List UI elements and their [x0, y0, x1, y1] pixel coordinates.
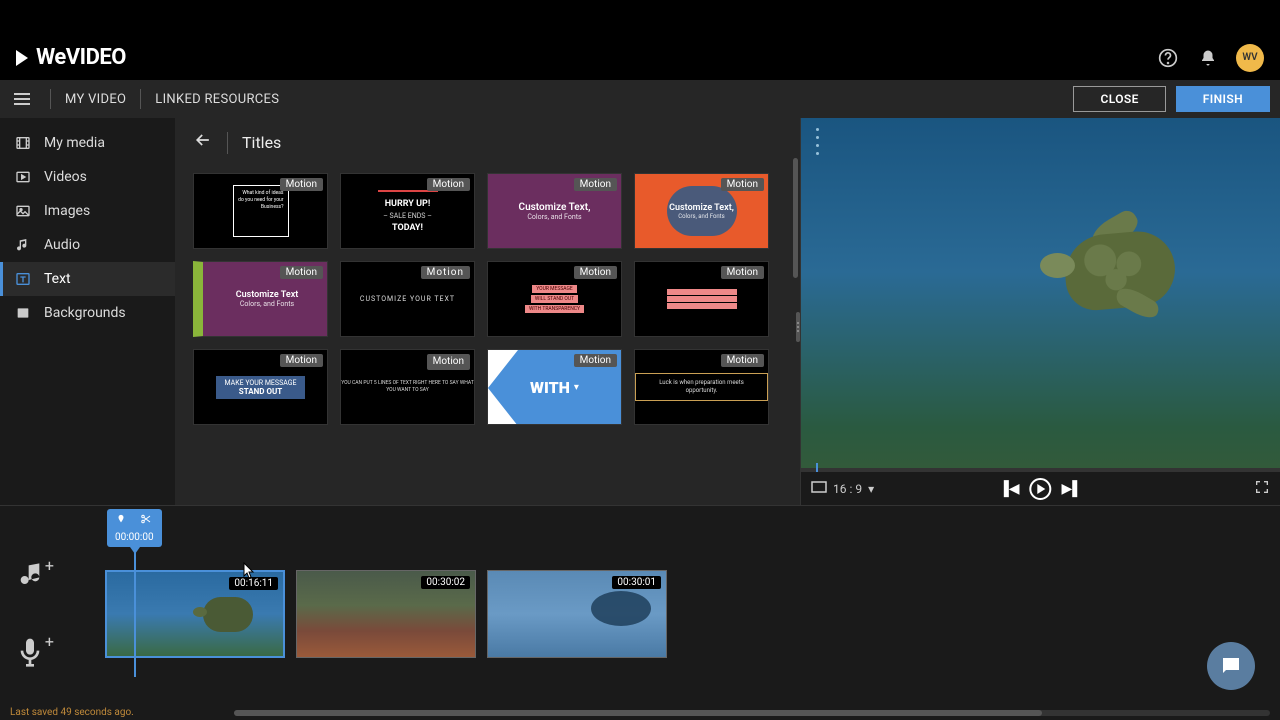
sidebar-item-videos[interactable]: Videos: [0, 160, 175, 194]
close-button[interactable]: CLOSE: [1073, 86, 1165, 112]
title-card[interactable]: MotionHURRY UP!– SALE ENDS –TODAY!: [340, 173, 475, 249]
motion-badge: Motion: [574, 354, 617, 367]
film-icon: [14, 134, 32, 152]
sidebar-item-label: Backgrounds: [44, 305, 126, 321]
clip-duration: 00:30:02: [421, 576, 470, 589]
motion-badge: Motion: [574, 266, 617, 279]
title-card[interactable]: MotionYOU CAN PUT 5 LINES OF TEXT RIGHT …: [340, 349, 475, 425]
title-card[interactable]: MotionMAKE YOUR MESSAGESTAND OUT: [193, 349, 328, 425]
chat-button[interactable]: [1207, 642, 1255, 690]
sidebar: My media Videos Images Audio Text Backgr…: [0, 118, 175, 505]
sidebar-item-label: Videos: [44, 169, 87, 185]
title-card[interactable]: MotionWITH▾: [487, 349, 622, 425]
linked-resources-link[interactable]: LINKED RESOURCES: [141, 92, 293, 107]
motion-badge: Motion: [427, 354, 470, 370]
bell-icon[interactable]: [1196, 46, 1220, 70]
sidebar-item-label: Audio: [44, 237, 80, 253]
add-voiceover-button[interactable]: +: [14, 636, 46, 672]
note-icon: [14, 236, 32, 254]
back-icon[interactable]: [193, 130, 213, 155]
next-frame-icon[interactable]: ▶▌: [1062, 480, 1083, 497]
sidebar-item-label: Images: [44, 203, 90, 219]
project-bar: MY VIDEO LINKED RESOURCES CLOSE FINISH: [0, 80, 1280, 118]
motion-badge: Motion: [427, 178, 470, 191]
avatar[interactable]: WV: [1236, 44, 1264, 72]
marker-pin-icon[interactable]: [116, 513, 126, 528]
sidebar-item-label: My media: [44, 135, 105, 151]
timeline-scrollbar[interactable]: [234, 710, 1270, 716]
add-audio-track-button[interactable]: +: [14, 560, 46, 596]
motion-badge: Motion: [721, 266, 764, 279]
play-rect-icon: [14, 168, 32, 186]
preview-panel: 16 : 9 ▾ ▐◀ ▶▌: [800, 118, 1280, 505]
motion-badge: Motion: [280, 178, 323, 191]
motion-badge: Motion: [574, 178, 617, 191]
title-card[interactable]: MotionLuck is when preparation meets opp…: [634, 349, 769, 425]
title-card[interactable]: MotionCustomize Text,Colors, and Fonts: [487, 173, 622, 249]
motion-badge: Motion: [280, 266, 323, 279]
motion-badge: Motion: [721, 354, 764, 367]
sidebar-item-audio[interactable]: Audio: [0, 228, 175, 262]
mouse-cursor: [243, 562, 255, 580]
turtle-graphic: [1040, 218, 1220, 328]
timeline: + + 00:00:00 00:16:11 00:30:02: [0, 505, 1280, 705]
title-card[interactable]: MotionYOUR MESSAGEWILL STAND OUTWITH TRA…: [487, 261, 622, 337]
app-header: WeVIDEO WV: [0, 35, 1280, 80]
logo-play-icon: [16, 50, 28, 66]
timeline-track-area[interactable]: 00:00:00 00:16:11 00:30:02 00:30:01: [60, 506, 1280, 705]
image-icon: [14, 202, 32, 220]
motion-badge: Motion: [421, 266, 470, 279]
library-title: Titles: [242, 133, 281, 152]
prev-frame-icon[interactable]: ▐◀: [999, 480, 1020, 497]
library-scrollbar[interactable]: [793, 158, 798, 278]
aspect-ratio-label[interactable]: 16 : 9: [833, 482, 862, 496]
sidebar-item-backgrounds[interactable]: Backgrounds: [0, 296, 175, 330]
square-icon: [14, 304, 32, 322]
library-panel: Titles MotionWhat kind of ideas do you n…: [175, 118, 800, 505]
title-card[interactable]: MotionWhat kind of ideas do you need for…: [193, 173, 328, 249]
title-card[interactable]: MotionCustomize Text,Colors, and Fonts: [634, 173, 769, 249]
motion-badge: Motion: [721, 178, 764, 191]
help-icon[interactable]: [1156, 46, 1180, 70]
sidebar-item-text[interactable]: Text: [0, 262, 175, 296]
resize-handle[interactable]: [796, 312, 800, 342]
title-card[interactable]: Motion: [634, 261, 769, 337]
preview-controls: 16 : 9 ▾ ▐◀ ▶▌: [801, 472, 1280, 505]
logo-text: WeVIDEO: [36, 45, 126, 70]
sidebar-item-label: Text: [44, 271, 71, 287]
sidebar-item-images[interactable]: Images: [0, 194, 175, 228]
playhead-line[interactable]: [134, 547, 136, 677]
text-icon: [14, 270, 32, 288]
playhead-marker[interactable]: 00:00:00: [107, 509, 162, 547]
aspect-icon[interactable]: [811, 481, 827, 496]
sidebar-item-my-media[interactable]: My media: [0, 126, 175, 160]
dropdown-icon[interactable]: ▾: [868, 482, 874, 496]
fullscreen-icon[interactable]: [1254, 479, 1270, 498]
timeline-clip[interactable]: 00:30:01: [487, 570, 667, 658]
divider: [227, 132, 228, 154]
finish-button[interactable]: FINISH: [1176, 86, 1270, 112]
playhead-time: 00:00:00: [115, 532, 154, 543]
timeline-clip[interactable]: 00:16:11: [105, 570, 285, 658]
motion-badge: Motion: [280, 354, 323, 367]
project-title[interactable]: MY VIDEO: [51, 92, 140, 107]
title-card[interactable]: MotionCUSTOMIZE YOUR TEXT: [340, 261, 475, 337]
title-card[interactable]: MotionCustomize TextColors, and Fonts: [193, 261, 328, 337]
save-status: Last saved 49 seconds ago.: [10, 707, 134, 718]
black-topbar: WeVIDEO WV: [0, 0, 1280, 80]
timeline-clip[interactable]: 00:30:02: [296, 570, 476, 658]
plus-icon: +: [45, 632, 54, 651]
card-preview-text: What kind of ideas do you need for your …: [233, 185, 289, 237]
scissors-icon[interactable]: [140, 513, 152, 528]
play-icon[interactable]: [1030, 478, 1052, 500]
status-bar: Last saved 49 seconds ago.: [0, 705, 1280, 720]
plus-icon: +: [45, 556, 54, 575]
video-preview[interactable]: [801, 118, 1280, 505]
clip-duration: 00:30:01: [612, 576, 661, 589]
hamburger-icon[interactable]: [10, 88, 32, 110]
logo[interactable]: WeVIDEO: [16, 45, 126, 70]
